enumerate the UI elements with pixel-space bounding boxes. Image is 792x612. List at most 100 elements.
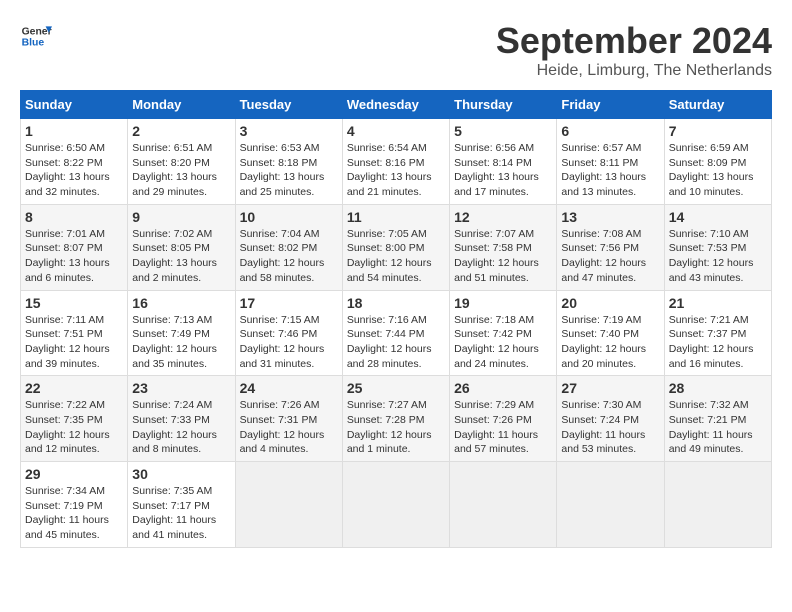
calendar-table: Sunday Monday Tuesday Wednesday Thursday…: [20, 90, 772, 548]
calendar-cell: 29 Sunrise: 7:34 AMSunset: 7:19 PMDayligh…: [21, 462, 128, 548]
day-info: Sunrise: 7:21 AMSunset: 7:37 PMDaylight:…: [669, 313, 767, 372]
calendar-cell: 17 Sunrise: 7:15 AMSunset: 7:46 PMDayligh…: [235, 290, 342, 376]
day-info: Sunrise: 7:26 AMSunset: 7:31 PMDaylight:…: [240, 398, 338, 457]
calendar-cell: 21 Sunrise: 7:21 AMSunset: 7:37 PMDayligh…: [664, 290, 771, 376]
day-info: Sunrise: 6:51 AMSunset: 8:20 PMDaylight:…: [132, 141, 230, 200]
calendar-cell: [342, 462, 449, 548]
location-title: Heide, Limburg, The Netherlands: [496, 62, 772, 80]
day-info: Sunrise: 7:01 AMSunset: 8:07 PMDaylight:…: [25, 227, 123, 286]
calendar-cell: 19Sunrise: 7:18 AMSunset: 7:42 PMDayligh…: [450, 290, 557, 376]
day-info: Sunrise: 7:32 AMSunset: 7:21 PMDaylight:…: [669, 398, 767, 457]
day-number: 18: [347, 295, 445, 311]
calendar-cell: 15 Sunrise: 7:11 AMSunset: 7:51 PMDayligh…: [21, 290, 128, 376]
calendar-cell: 27 Sunrise: 7:30 AMSunset: 7:24 PMDayligh…: [557, 376, 664, 462]
day-info: Sunrise: 7:07 AMSunset: 7:58 PMDaylight:…: [454, 227, 552, 286]
day-info: Sunrise: 7:30 AMSunset: 7:24 PMDaylight:…: [561, 398, 659, 457]
day-info: Sunrise: 7:24 AMSunset: 7:33 PMDaylight:…: [132, 398, 230, 457]
day-info: Sunrise: 7:02 AMSunset: 8:05 PMDaylight:…: [132, 227, 230, 286]
day-info: Sunrise: 7:29 AMSunset: 7:26 PMDaylight:…: [454, 398, 552, 457]
day-info: Sunrise: 7:35 AMSunset: 7:17 PMDaylight:…: [132, 484, 230, 543]
calendar-cell: 28 Sunrise: 7:32 AMSunset: 7:21 PMDayligh…: [664, 376, 771, 462]
col-friday: Friday: [557, 91, 664, 119]
day-number: 2: [132, 123, 230, 139]
calendar-cell: 6 Sunrise: 6:57 AMSunset: 8:11 PMDaylight…: [557, 119, 664, 205]
day-info: Sunrise: 6:57 AMSunset: 8:11 PMDaylight:…: [561, 141, 659, 200]
calendar-cell: 2 Sunrise: 6:51 AMSunset: 8:20 PMDaylight…: [128, 119, 235, 205]
day-number: 6: [561, 123, 659, 139]
day-number: 1: [25, 123, 123, 139]
day-info: Sunrise: 6:59 AMSunset: 8:09 PMDaylight:…: [669, 141, 767, 200]
day-info: Sunrise: 7:16 AMSunset: 7:44 PMDaylight:…: [347, 313, 445, 372]
day-info: Sunrise: 7:34 AMSunset: 7:19 PMDaylight:…: [25, 484, 123, 543]
day-info: Sunrise: 7:15 AMSunset: 7:46 PMDaylight:…: [240, 313, 338, 372]
calendar-week-row: 29 Sunrise: 7:34 AMSunset: 7:19 PMDayligh…: [21, 462, 772, 548]
calendar-cell: 12Sunrise: 7:07 AMSunset: 7:58 PMDayligh…: [450, 204, 557, 290]
day-number: 29: [25, 466, 123, 482]
weekday-header-row: Sunday Monday Tuesday Wednesday Thursday…: [21, 91, 772, 119]
logo: General Blue: [20, 20, 52, 52]
calendar-cell: [450, 462, 557, 548]
day-info: Sunrise: 7:19 AMSunset: 7:40 PMDaylight:…: [561, 313, 659, 372]
day-number: 9: [132, 209, 230, 225]
col-tuesday: Tuesday: [235, 91, 342, 119]
svg-text:Blue: Blue: [22, 38, 45, 49]
day-info: Sunrise: 6:53 AMSunset: 8:18 PMDaylight:…: [240, 141, 338, 200]
day-number: 28: [669, 380, 767, 396]
calendar-cell: 3 Sunrise: 6:53 AMSunset: 8:18 PMDaylight…: [235, 119, 342, 205]
day-number: 21: [669, 295, 767, 311]
day-number: 10: [240, 209, 338, 225]
day-info: Sunrise: 6:56 AMSunset: 8:14 PMDaylight:…: [454, 141, 552, 200]
calendar-cell: 5Sunrise: 6:56 AMSunset: 8:14 PMDaylight…: [450, 119, 557, 205]
day-number: 23: [132, 380, 230, 396]
calendar-cell: 4Sunrise: 6:54 AMSunset: 8:16 PMDaylight…: [342, 119, 449, 205]
logo-icon: General Blue: [20, 20, 52, 52]
calendar-cell: [235, 462, 342, 548]
calendar-cell: 25Sunrise: 7:27 AMSunset: 7:28 PMDayligh…: [342, 376, 449, 462]
calendar-cell: [557, 462, 664, 548]
calendar-cell: 22 Sunrise: 7:22 AMSunset: 7:35 PMDayligh…: [21, 376, 128, 462]
day-info: Sunrise: 6:50 AMSunset: 8:22 PMDaylight:…: [25, 141, 123, 200]
calendar-cell: 20 Sunrise: 7:19 AMSunset: 7:40 PMDayligh…: [557, 290, 664, 376]
calendar-cell: 10 Sunrise: 7:04 AMSunset: 8:02 PMDayligh…: [235, 204, 342, 290]
calendar-cell: 14Sunrise: 7:10 AMSunset: 7:53 PMDayligh…: [664, 204, 771, 290]
calendar-cell: 1 Sunrise: 6:50 AMSunset: 8:22 PMDaylight…: [21, 119, 128, 205]
col-sunday: Sunday: [21, 91, 128, 119]
calendar-cell: 26 Sunrise: 7:29 AMSunset: 7:26 PMDayligh…: [450, 376, 557, 462]
calendar-cell: 23 Sunrise: 7:24 AMSunset: 7:33 PMDayligh…: [128, 376, 235, 462]
col-saturday: Saturday: [664, 91, 771, 119]
calendar-cell: 18 Sunrise: 7:16 AMSunset: 7:44 PMDayligh…: [342, 290, 449, 376]
calendar-cell: 30 Sunrise: 7:35 AMSunset: 7:17 PMDayligh…: [128, 462, 235, 548]
day-number: 17: [240, 295, 338, 311]
calendar-body: 1 Sunrise: 6:50 AMSunset: 8:22 PMDaylight…: [21, 119, 772, 548]
col-monday: Monday: [128, 91, 235, 119]
header: General Blue September 2024 Heide, Limbu…: [20, 20, 772, 80]
day-number: 20: [561, 295, 659, 311]
calendar-week-row: 8 Sunrise: 7:01 AMSunset: 8:07 PMDaylight…: [21, 204, 772, 290]
day-number: 24: [240, 380, 338, 396]
day-info: Sunrise: 7:08 AMSunset: 7:56 PMDaylight:…: [561, 227, 659, 286]
day-number: 8: [25, 209, 123, 225]
day-number: 25: [347, 380, 445, 396]
day-info: Sunrise: 7:11 AMSunset: 7:51 PMDaylight:…: [25, 313, 123, 372]
calendar-cell: 16Sunrise: 7:13 AMSunset: 7:49 PMDayligh…: [128, 290, 235, 376]
calendar-week-row: 1 Sunrise: 6:50 AMSunset: 8:22 PMDaylight…: [21, 119, 772, 205]
calendar-cell: 13Sunrise: 7:08 AMSunset: 7:56 PMDayligh…: [557, 204, 664, 290]
day-number: 27: [561, 380, 659, 396]
calendar-cell: 24 Sunrise: 7:26 AMSunset: 7:31 PMDayligh…: [235, 376, 342, 462]
day-number: 30: [132, 466, 230, 482]
day-info: Sunrise: 7:05 AMSunset: 8:00 PMDaylight:…: [347, 227, 445, 286]
day-number: 14: [669, 209, 767, 225]
col-wednesday: Wednesday: [342, 91, 449, 119]
calendar-cell: 11 Sunrise: 7:05 AMSunset: 8:00 PMDayligh…: [342, 204, 449, 290]
calendar-week-row: 22 Sunrise: 7:22 AMSunset: 7:35 PMDayligh…: [21, 376, 772, 462]
day-info: Sunrise: 7:04 AMSunset: 8:02 PMDaylight:…: [240, 227, 338, 286]
col-thursday: Thursday: [450, 91, 557, 119]
day-number: 26: [454, 380, 552, 396]
day-info: Sunrise: 7:22 AMSunset: 7:35 PMDaylight:…: [25, 398, 123, 457]
day-number: 15: [25, 295, 123, 311]
day-number: 22: [25, 380, 123, 396]
day-number: 3: [240, 123, 338, 139]
day-info: Sunrise: 7:18 AMSunset: 7:42 PMDaylight:…: [454, 313, 552, 372]
day-number: 11: [347, 209, 445, 225]
calendar-cell: 9 Sunrise: 7:02 AMSunset: 8:05 PMDaylight…: [128, 204, 235, 290]
